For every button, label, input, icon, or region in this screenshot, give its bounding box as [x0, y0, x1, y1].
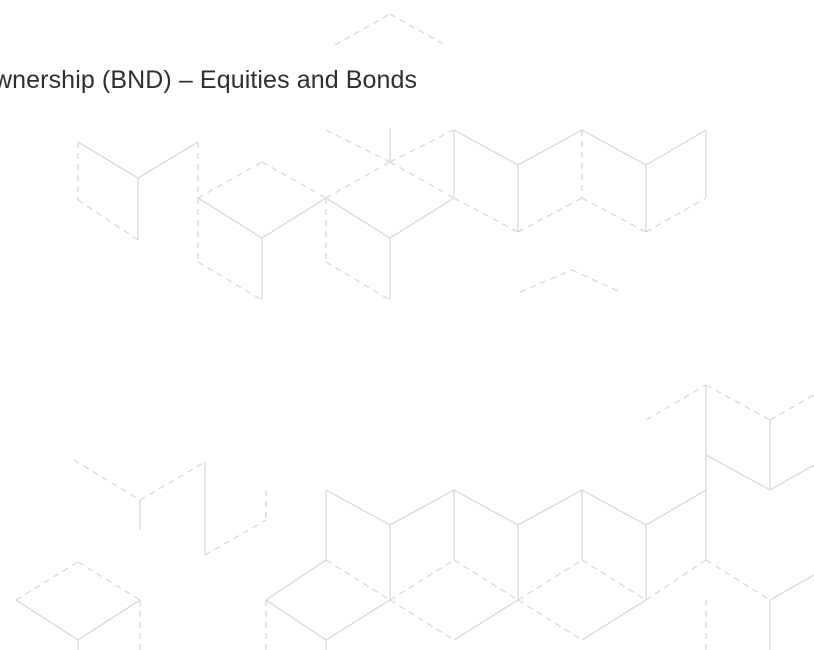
- slide-title: wnership (BND) – Equities and Bonds: [0, 66, 418, 94]
- slide: wnership (BND) – Equities and Bonds: [0, 0, 814, 650]
- geometric-pattern-background: [15, 13, 814, 650]
